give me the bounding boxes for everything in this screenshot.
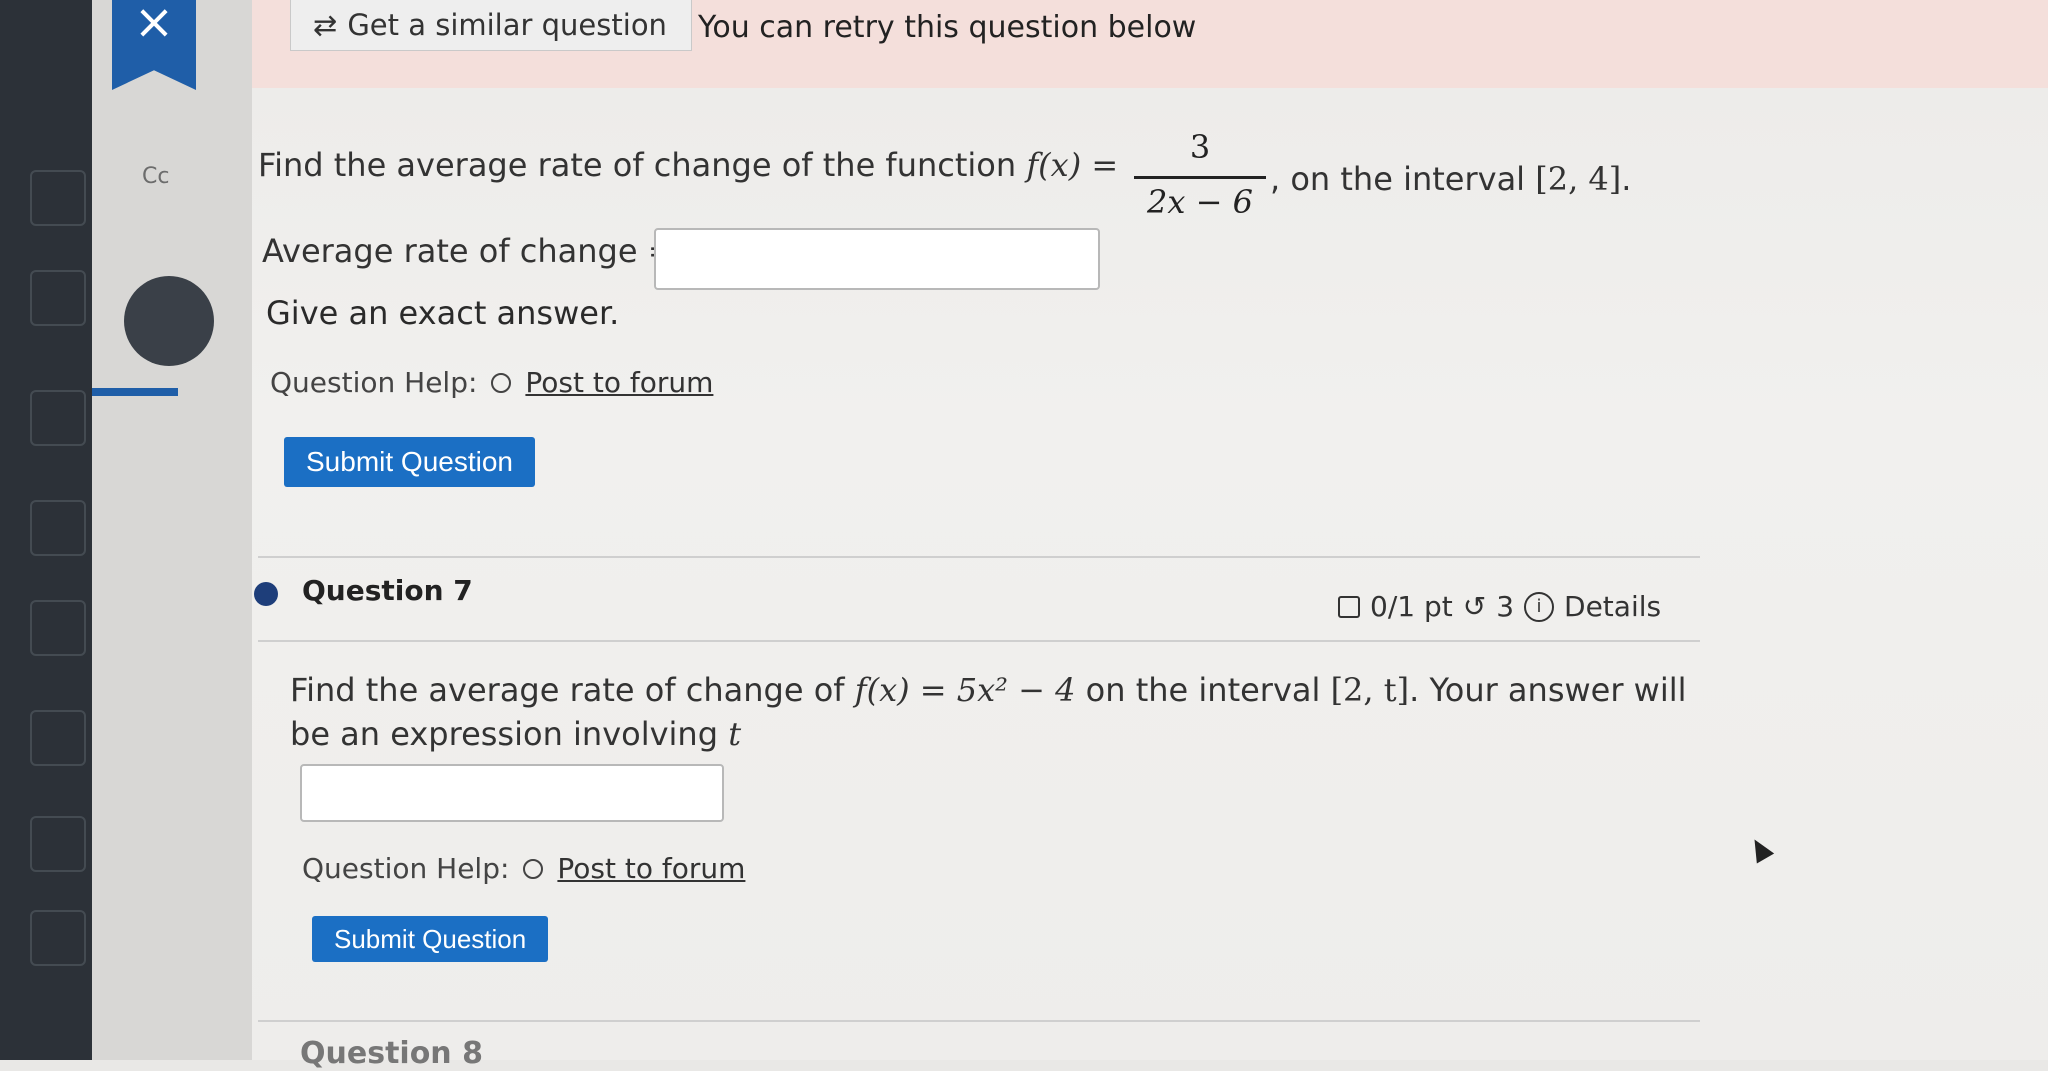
question7-prompt: Find the average rate of change of f(x) … <box>290 671 1687 753</box>
retries-count: 3 <box>1496 590 1515 623</box>
user-icon[interactable] <box>30 270 86 326</box>
question7-answer-input[interactable] <box>300 764 724 822</box>
fraction-bar <box>1134 176 1266 179</box>
help-label: Question Help: <box>302 852 510 885</box>
points-value: 0/1 pt <box>1370 590 1453 623</box>
retry-icon: ↺ <box>1462 590 1487 623</box>
submit-question-button[interactable]: Submit Question <box>284 437 535 487</box>
retry-message: You can retry this question below <box>698 10 1197 45</box>
checkbox-icon <box>1338 595 1360 618</box>
answer-instruction: Give an exact answer. <box>266 294 620 332</box>
question6-fraction: 3 2x − 6 <box>1134 128 1266 221</box>
refresh-icon: ⇄ <box>313 8 338 42</box>
question8-title[interactable]: Question 8 <box>300 1036 483 1071</box>
info-icon[interactable]: i <box>1524 591 1555 622</box>
calendar-icon[interactable] <box>30 710 86 766</box>
question6-prompt: Find the average rate of change of the f… <box>258 146 1119 184</box>
question7-header-divider <box>258 640 1700 642</box>
groups-icon[interactable] <box>30 600 86 656</box>
question6-help: Question Help: Post to forum <box>270 366 713 399</box>
question7-function: f(x) = 5x² − 4 <box>854 671 1076 709</box>
question7-variable: t <box>728 715 742 753</box>
home-icon[interactable] <box>30 170 86 226</box>
average-rate-input[interactable] <box>654 228 1100 290</box>
courses-icon[interactable] <box>30 500 86 556</box>
active-nav-indicator <box>92 388 178 396</box>
fraction-denominator: 2x − 6 <box>1147 183 1253 221</box>
left-app-rail <box>0 0 92 1060</box>
similar-question-label: Get a similar question <box>347 8 667 42</box>
question7-help: Question Help: Post to forum <box>302 852 745 885</box>
question6-interval: [2, 4] <box>1535 160 1622 198</box>
avatar[interactable] <box>124 276 214 366</box>
section-divider <box>258 556 1700 558</box>
nav-partial-label: Cc <box>142 164 170 189</box>
question7-title: Question 7 <box>302 574 473 607</box>
post-to-forum-link[interactable]: Post to forum <box>525 366 713 399</box>
question6-interval-text: , on the interval [2, 4]. <box>1270 160 1632 198</box>
answer-label: Average rate of change = <box>262 232 675 270</box>
comment-icon <box>491 372 512 393</box>
question6-function-lhs: f(x) = <box>1026 146 1119 184</box>
history-icon[interactable] <box>30 910 86 966</box>
post-to-forum-link[interactable]: Post to forum <box>557 852 745 885</box>
globe-icon[interactable] <box>30 390 86 446</box>
fraction-numerator: 3 <box>1189 128 1211 166</box>
inbox-icon[interactable] <box>30 816 86 872</box>
course-nav-panel <box>92 0 252 1060</box>
status-dot <box>254 582 278 606</box>
comment-icon <box>523 858 544 879</box>
submit-question-button[interactable]: Submit Question <box>312 916 549 962</box>
help-label: Question Help: <box>270 366 478 399</box>
details-link[interactable]: Details <box>1564 590 1661 623</box>
question7-meta: 0/1 pt ↺ 3 i Details <box>1338 590 1661 623</box>
section-divider <box>258 1020 1700 1022</box>
question7-interval: [2, t] <box>1330 671 1410 709</box>
similar-question-button[interactable]: ⇄ Get a similar question <box>290 0 692 51</box>
